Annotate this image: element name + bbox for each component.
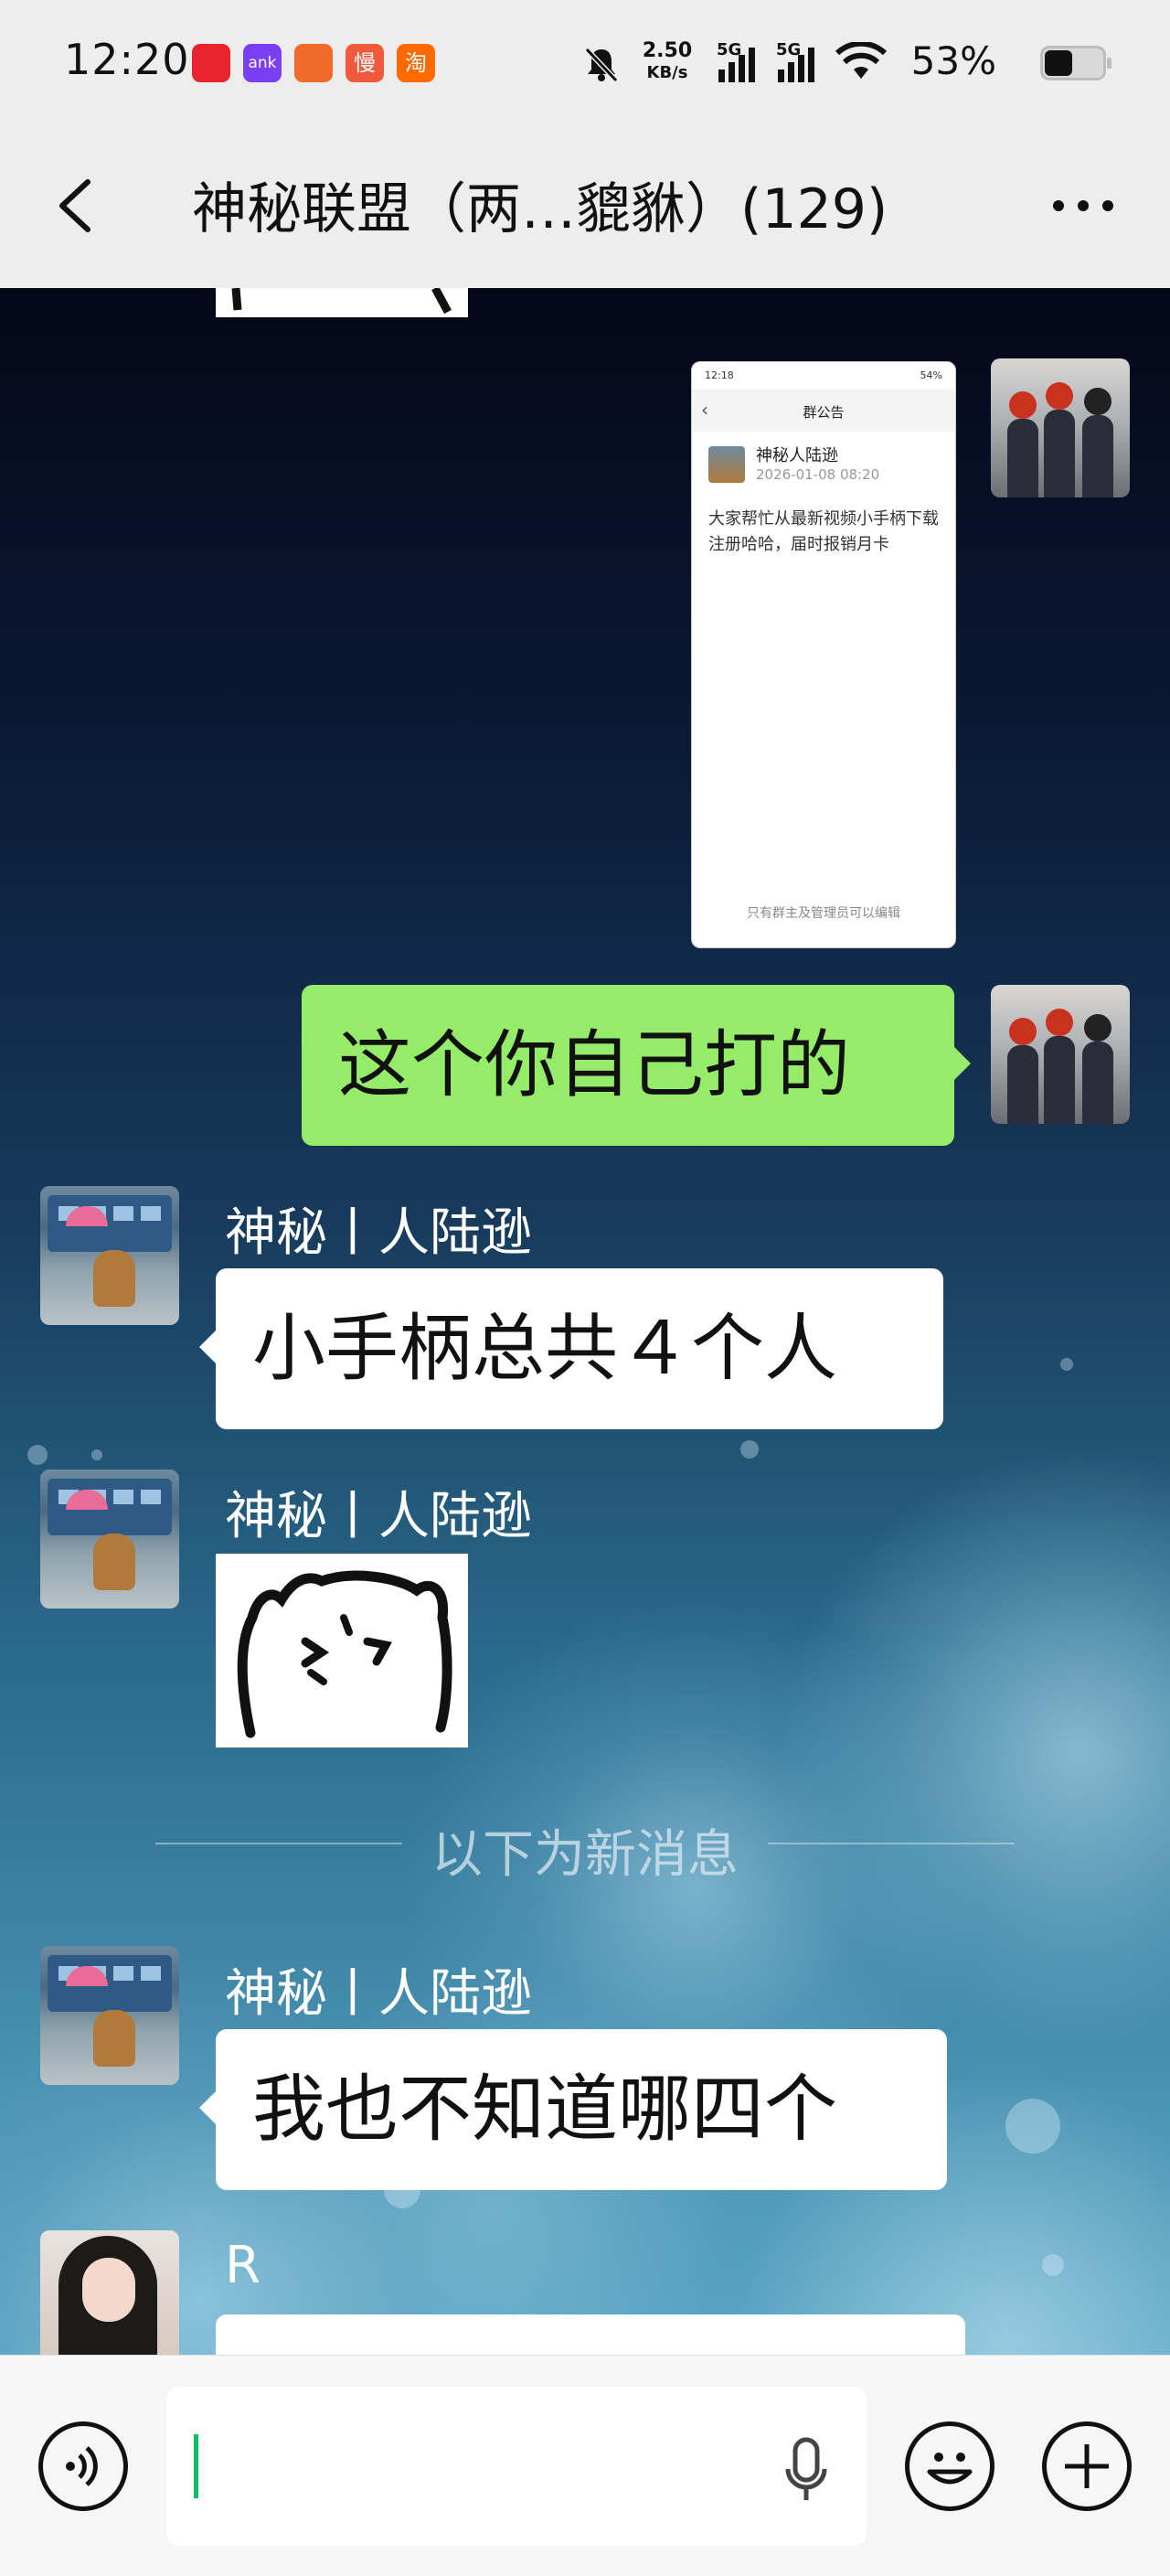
battery-percent: 53% — [910, 38, 996, 83]
bokeh-dot — [740, 1440, 759, 1459]
sticker-image[interactable] — [216, 1554, 468, 1748]
emoji-button[interactable] — [905, 2421, 994, 2511]
screenshot-author-avatar — [708, 446, 745, 483]
chat-message-list[interactable]: 12:18 54% ‹ 群公告 神秘人陆逊 2026-01-08 08:20 大… — [0, 288, 1170, 2355]
bokeh-dot — [91, 1449, 102, 1460]
orange-app-icon — [294, 44, 333, 82]
status-time: 12:20 — [64, 35, 190, 84]
sender-avatar[interactable] — [40, 1470, 179, 1609]
self-avatar[interactable] — [991, 358, 1130, 497]
voice-icon — [66, 2446, 98, 2486]
wifi-icon — [835, 42, 887, 79]
sender-name: 神秘丨人陆逊 — [225, 1964, 532, 2024]
new-messages-divider: 以下为新消息 — [155, 1806, 1015, 1885]
signal-1-icon: 5G — [717, 40, 768, 86]
screenshot-body: 大家帮忙从最新视频小手柄下载注册哈哈，届时报销月卡 — [708, 509, 939, 554]
incoming-message-bubble[interactable]: 小手柄总共４个人 — [199, 1268, 943, 1429]
battery-icon — [1040, 46, 1112, 80]
screenshot-date: 2026-01-08 08:20 — [756, 466, 880, 483]
signal-2-icon: 5G — [776, 40, 827, 86]
bokeh-dot — [1042, 2254, 1064, 2276]
screenshot-status-battery: 54% — [920, 369, 942, 381]
emoji-icon — [927, 2453, 973, 2485]
message-input[interactable] — [166, 2387, 867, 2546]
screenshot-status-time: 12:18 — [705, 369, 734, 381]
sender-name: 神秘丨人陆逊 — [225, 1203, 532, 1263]
net-speed: 2.50 KB/s — [642, 39, 693, 83]
sender-avatar[interactable] — [40, 1946, 179, 2085]
text-cursor — [194, 2434, 198, 2498]
screenshot-author: 神秘人陆逊 — [756, 446, 838, 465]
bokeh-dot — [27, 1445, 48, 1465]
more-options-icon[interactable] — [1042, 169, 1124, 242]
taobao-app-icon: 淘 — [397, 44, 435, 82]
red-app-icon — [192, 44, 230, 82]
screenshot-title: 群公告 — [803, 404, 845, 421]
chat-header: 神秘联盟（两…貔貅）(129) — [0, 128, 1170, 288]
sticker-image-partial[interactable] — [216, 288, 468, 317]
self-avatar[interactable] — [991, 985, 1130, 1124]
sender-avatar[interactable] — [40, 1186, 179, 1325]
screenshot-header: ‹ 群公告 — [692, 390, 955, 432]
screenshot-image-message[interactable]: 12:18 54% ‹ 群公告 神秘人陆逊 2026-01-08 08:20 大… — [691, 361, 956, 948]
microphone-icon[interactable] — [779, 2434, 834, 2507]
bell-muted-icon — [584, 47, 619, 83]
input-bar — [0, 2355, 1170, 2576]
add-button[interactable] — [1042, 2421, 1132, 2511]
sender-avatar[interactable] — [40, 2230, 179, 2355]
new-messages-label: 以下为新消息 — [431, 1825, 739, 1885]
outgoing-message-bubble[interactable]: 这个你自己打的 — [302, 985, 971, 1146]
sender-name: 神秘丨人陆逊 — [225, 1487, 532, 1546]
plus-icon — [1065, 2444, 1109, 2488]
status-bar: 12:20 ank 慢 淘 2.50 KB/s 5G 5G 53% — [0, 0, 1170, 128]
chat-title: 神秘联盟（两…貔貅）(129) — [192, 177, 888, 241]
incoming-message-bubble[interactable]: 我也不知道哪四个 — [199, 2029, 947, 2190]
status-indicators: 2.50 KB/s 5G 5G 53% — [521, 37, 1112, 91]
slow-app-icon: 慢 — [346, 44, 384, 82]
cat-sticker-icon — [237, 1570, 452, 1738]
sender-name: R — [225, 2236, 261, 2295]
screenshot-footer: 只有群主及管理员可以编辑 — [747, 906, 900, 921]
voice-toggle-button[interactable] — [38, 2421, 128, 2511]
back-icon[interactable] — [46, 169, 110, 242]
incoming-message-bubble-partial[interactable] — [216, 2314, 965, 2355]
bokeh-dot — [1005, 2099, 1060, 2154]
bank-app-icon: ank — [243, 44, 282, 82]
bokeh-dot — [1060, 1358, 1073, 1371]
